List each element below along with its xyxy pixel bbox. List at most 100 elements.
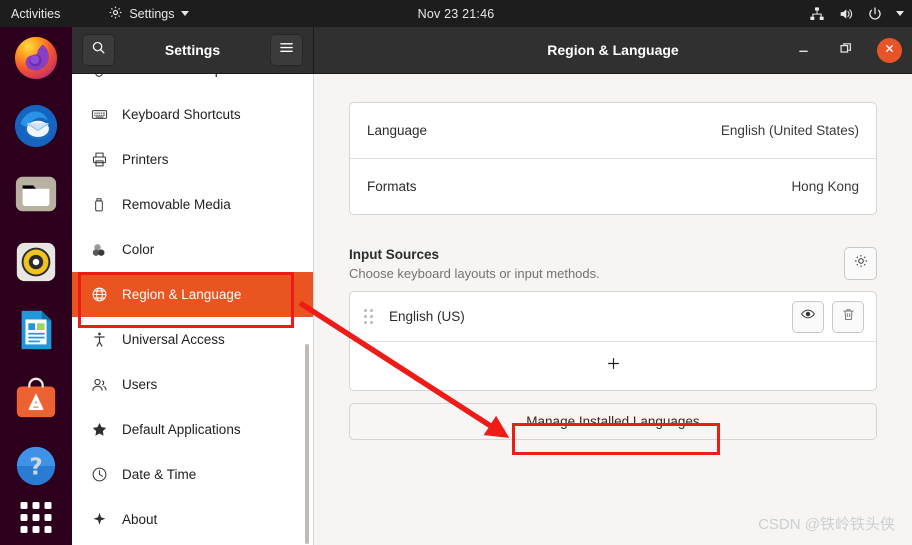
add-input-source-button[interactable] [350, 342, 876, 390]
sidebar-item-keyboard-shortcuts[interactable]: Keyboard Shortcuts [72, 92, 313, 137]
window-body: Mouse & Touchpad Keyboard Shortcuts [72, 74, 912, 545]
sidebar-item-printers[interactable]: Printers [72, 137, 313, 182]
language-value: English (United States) [720, 123, 859, 138]
language-formats-card: Language English (United States) Formats… [349, 102, 877, 215]
dock-item-help[interactable]: ? [12, 442, 60, 490]
sidebar-item-label: Users [122, 377, 158, 392]
page-title: Region & Language [547, 42, 679, 58]
volume-icon [838, 6, 854, 22]
mouse-icon [88, 74, 110, 78]
printer-icon [88, 151, 110, 168]
keyboard-icon [88, 106, 110, 123]
accessibility-icon [88, 331, 110, 348]
chevron-down-icon [896, 11, 904, 16]
star-icon [88, 421, 110, 438]
input-sources-subtitle: Choose keyboard layouts or input methods… [349, 266, 600, 281]
window-titlebar: Settings Region & Language [72, 27, 912, 74]
close-icon [884, 41, 895, 59]
clock[interactable]: Nov 23 21:46 [418, 7, 495, 21]
sidebar-item-label: Removable Media [122, 197, 231, 212]
sidebar-item-label: Region & Language [122, 287, 242, 302]
sidebar-header: Settings [72, 27, 314, 73]
page-header: Region & Language [314, 27, 912, 73]
remove-input-source-button[interactable] [832, 300, 864, 333]
status-indicators[interactable] [809, 6, 904, 22]
input-source-name: English (US) [389, 309, 465, 324]
gear-icon [108, 5, 123, 23]
dock-item-firefox[interactable] [12, 34, 60, 82]
sidebar-item-label: Color [122, 242, 155, 257]
close-button[interactable] [877, 37, 902, 63]
dock-item-thunderbird[interactable] [12, 102, 60, 150]
sidebar-item-default-applications[interactable]: Default Applications [72, 407, 313, 452]
power-icon [867, 6, 883, 22]
watermark: CSDN @铁岭铁头侠 [758, 516, 895, 533]
search-button[interactable] [82, 34, 115, 66]
sidebar-item-mouse-touchpad[interactable]: Mouse & Touchpad [72, 74, 313, 92]
dock: ? [0, 27, 72, 545]
sidebar-item-label: Printers [122, 152, 169, 167]
sidebar-item-date-time[interactable]: Date & Time [72, 452, 313, 497]
activities-button[interactable]: Activities [11, 7, 60, 21]
color-circles-icon [88, 241, 110, 259]
sidebar-item-removable-media[interactable]: Removable Media [72, 182, 313, 227]
gear-icon [853, 253, 869, 274]
dock-item-files[interactable] [12, 170, 60, 218]
restore-icon [839, 41, 853, 60]
users-icon [88, 376, 110, 394]
dock-item-rhythmbox[interactable] [12, 238, 60, 286]
hamburger-menu-icon [279, 41, 294, 59]
sidebar-item-label: Mouse & Touchpad [122, 74, 237, 77]
sidebar-scrollbar[interactable] [305, 344, 309, 544]
input-sources-options-button[interactable] [844, 247, 877, 280]
sidebar-item-label: Default Applications [122, 422, 241, 437]
svg-text:?: ? [29, 455, 42, 481]
maximize-button[interactable] [834, 38, 858, 62]
settings-sidebar[interactable]: Mouse & Touchpad Keyboard Shortcuts [72, 74, 314, 545]
sidebar-list: Mouse & Touchpad Keyboard Shortcuts [72, 74, 313, 542]
sidebar-item-region-language[interactable]: Region & Language [72, 272, 313, 317]
preview-layout-button[interactable] [792, 300, 824, 333]
language-row[interactable]: Language English (United States) [350, 103, 876, 158]
sidebar-item-label: Universal Access [122, 332, 225, 347]
dock-item-libreoffice-writer[interactable] [12, 306, 60, 354]
sidebar-item-label: Keyboard Shortcuts [122, 107, 241, 122]
globe-icon [88, 286, 110, 303]
manage-installed-languages-button[interactable]: Manage Installed Languages [349, 403, 877, 440]
drag-handle-icon[interactable] [364, 309, 373, 324]
window-controls [791, 37, 902, 63]
clock-icon [88, 466, 110, 483]
region-language-panel: Language English (United States) Formats… [314, 74, 912, 545]
network-icon [809, 6, 825, 22]
formats-row[interactable]: Formats Hong Kong [350, 158, 876, 214]
chevron-down-icon [180, 11, 189, 16]
sidebar-item-label: About [122, 512, 158, 527]
usb-drive-icon [88, 196, 110, 213]
language-label: Language [367, 123, 428, 138]
app-menu-label: Settings [129, 6, 175, 21]
app-menu-button[interactable]: Settings [108, 5, 189, 23]
sidebar-item-universal-access[interactable]: Universal Access [72, 317, 313, 362]
plus-icon [605, 355, 622, 377]
menu-button[interactable] [269, 34, 303, 66]
search-icon [91, 40, 106, 60]
sidebar-item-label: Date & Time [122, 467, 197, 482]
sidebar-item-color[interactable]: Color [72, 227, 313, 272]
manage-installed-languages-label: Manage Installed Languages [526, 414, 700, 429]
formats-value: Hong Kong [791, 179, 859, 194]
sidebar-title: Settings [164, 42, 221, 58]
sidebar-item-about[interactable]: About [72, 497, 313, 542]
minimize-button[interactable] [791, 38, 815, 62]
trash-icon [841, 307, 856, 327]
dock-item-ubuntu-software[interactable] [12, 374, 60, 422]
top-bar: Activities Settings Nov 23 21:46 [0, 0, 912, 27]
settings-window: Settings Region & Language Keyboard Shor… [72, 27, 912, 545]
sparkle-icon [88, 511, 110, 528]
sidebar-item-users[interactable]: Users [72, 362, 313, 407]
show-applications-button[interactable] [20, 502, 52, 533]
input-sources-card: English (US) [349, 291, 877, 391]
eye-icon [800, 306, 816, 327]
formats-label: Formats [367, 179, 417, 194]
input-source-row[interactable]: English (US) [350, 292, 876, 342]
input-sources-title: Input Sources [349, 247, 440, 262]
